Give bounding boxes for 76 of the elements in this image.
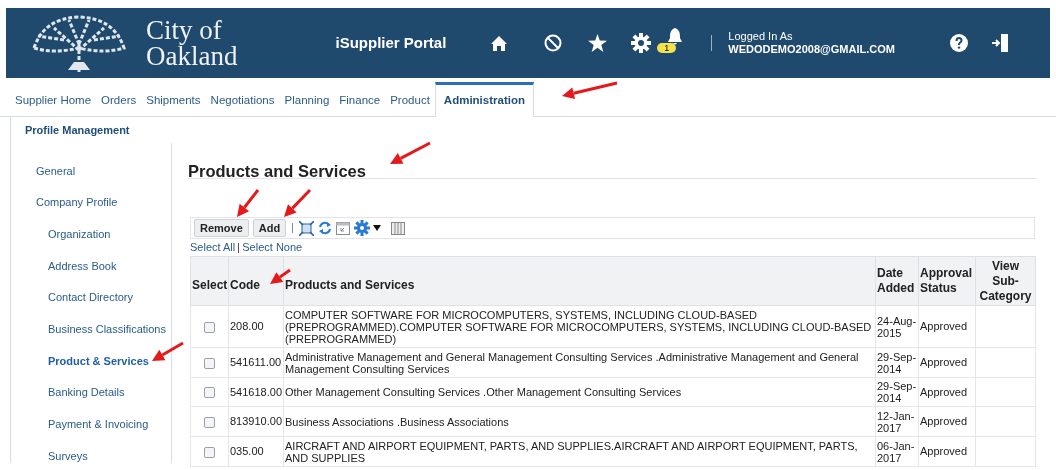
- settings-icon[interactable]: [631, 33, 652, 53]
- table-cell: Approved: [918, 406, 976, 437]
- columns-icon[interactable]: [391, 221, 406, 235]
- column-header: Products and Services: [283, 256, 876, 306]
- sidebar-item[interactable]: Banking Details: [48, 384, 125, 401]
- notification-badge: 1: [657, 43, 677, 53]
- toolbar-button[interactable]: Add: [252, 219, 287, 237]
- toolbar-button[interactable]: Remove: [194, 219, 249, 237]
- logout-icon[interactable]: [991, 33, 1008, 53]
- logo-text: City of: [146, 17, 223, 43]
- annotation-arrow: [390, 141, 431, 164]
- nav-tab[interactable]: Product: [385, 91, 435, 116]
- home-icon[interactable]: [490, 34, 509, 52]
- table-cell: Approved: [918, 305, 976, 348]
- sidebar-item[interactable]: Payment & Invoicing: [48, 416, 149, 433]
- table-cell: 29-Sep-2014: [875, 377, 919, 407]
- portal-title: iSupplier Portal: [335, 32, 447, 53]
- table-cell: COMPUTER SOFTWARE FOR MICROCOMPUTERS, SYSTEMS, INCLUDING CLOUD-BASED (PREPROGRAMMED).COMPUTER SOFTWARE FOR MICROCOMPUTERS, SYSTEMS, INCLUDING CLOUD-BASED (PREPROGRAMMED): [283, 305, 876, 348]
- table-cell: AIRCRAFT AND AIRPORT EQUIPMENT, PARTS, AND SUPPLIES.AIRCRAFT AND AIRPORT EQUIPMENT, PARTS, AND SUPPLIES: [283, 436, 876, 467]
- sidebar-item[interactable]: Business Classifications: [48, 321, 166, 338]
- select-none-link[interactable]: Select None: [242, 239, 303, 256]
- sidebar-item[interactable]: Surveys: [48, 447, 88, 465]
- annotation-arrow: [152, 341, 184, 361]
- help-icon[interactable]: [949, 34, 968, 52]
- table-cell: 541618.00: [228, 377, 284, 407]
- table-cell: 24-Aug-2015: [875, 305, 919, 348]
- table-cell: Approved: [918, 377, 976, 407]
- sidebar-item[interactable]: Contact Directory: [48, 289, 133, 306]
- prohibited-icon[interactable]: [544, 34, 563, 52]
- sub-tab[interactable]: Profile Management: [25, 121, 130, 139]
- table-cell: Administrative Management and General Management Consulting Services .Administrative Management and General Management Consulting Services: [283, 347, 876, 378]
- nav-tab[interactable]: Planning: [279, 91, 335, 116]
- table-cell: 12-Jan-2017: [875, 406, 919, 437]
- sidebar-item[interactable]: Company Profile: [36, 194, 118, 211]
- table-cell: 035.00: [228, 436, 284, 467]
- table-cell: 29-Sep-2014: [875, 347, 919, 378]
- star-icon[interactable]: [588, 34, 608, 52]
- page-title: Products and Services: [188, 162, 366, 180]
- table-cell: 06-Jan-2017: [875, 436, 919, 467]
- annotation-arrow: [562, 81, 618, 100]
- sidebar-item[interactable]: General: [36, 162, 76, 180]
- annotation-arrow: [237, 189, 260, 217]
- nav-tab[interactable]: Supplier Home: [10, 91, 97, 116]
- table-cell: 541611.00: [228, 347, 284, 378]
- table-cell: Business Associations .Business Associations: [283, 406, 876, 437]
- column-header: Date Added: [875, 256, 919, 306]
- row-checkbox[interactable]: [204, 416, 215, 428]
- nav-tab[interactable]: Shipments: [141, 91, 206, 116]
- expand-icon[interactable]: [299, 220, 315, 236]
- row-checkbox[interactable]: [204, 357, 215, 369]
- column-header: View Sub-Category: [975, 256, 1036, 306]
- table-cell: Approved: [918, 436, 976, 467]
- nav-tab[interactable]: Finance: [334, 91, 386, 116]
- column-header: Approval Status: [918, 256, 976, 306]
- detach-icon[interactable]: [336, 221, 351, 235]
- sidebar-item[interactable]: Address Book: [48, 257, 117, 275]
- table-cell: 208.00: [228, 305, 284, 348]
- sidebar-item[interactable]: Organization: [48, 225, 111, 243]
- row-checkbox[interactable]: [204, 387, 215, 399]
- table-cell: 813910.00: [228, 406, 284, 437]
- row-checkbox[interactable]: [204, 446, 215, 458]
- table-cell: Other Management Consulting Services .Other Management Consulting Services: [283, 377, 876, 407]
- refresh-icon[interactable]: [318, 221, 333, 235]
- column-header: Select: [190, 256, 229, 306]
- bell-icon[interactable]: [667, 28, 684, 46]
- settings-icon[interactable]: [354, 220, 382, 236]
- annotation-arrow: [284, 188, 312, 217]
- table-cell: Approved: [918, 347, 976, 378]
- nav-tab[interactable]: Administration: [434, 82, 534, 117]
- row-checkbox[interactable]: [204, 321, 215, 333]
- logged-in-label: Logged In As: [728, 30, 794, 43]
- nav-tab[interactable]: Orders: [96, 91, 142, 116]
- nav-tab[interactable]: Negotiations: [205, 91, 280, 116]
- sidebar-item[interactable]: Product & Services: [48, 352, 149, 370]
- select-all-link[interactable]: Select All: [190, 239, 236, 256]
- user-email: WEDODEMO2008@GMAIL.COM: [728, 43, 895, 56]
